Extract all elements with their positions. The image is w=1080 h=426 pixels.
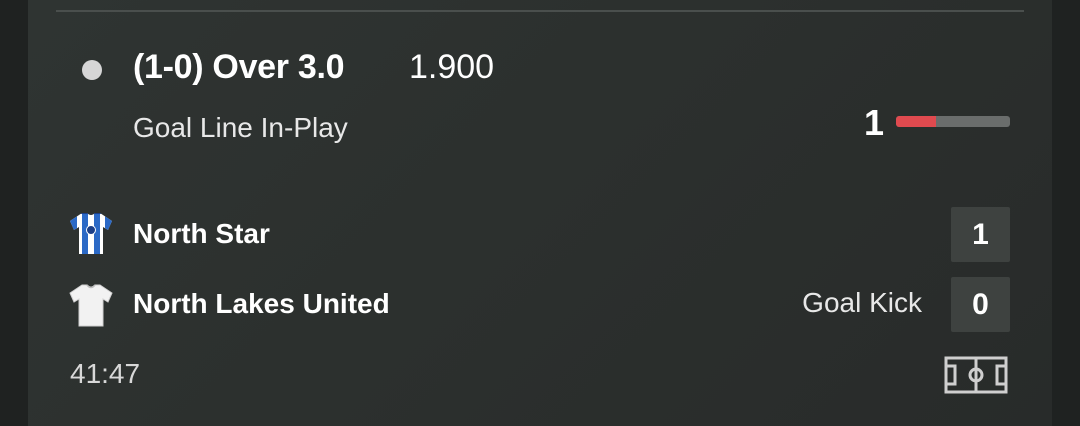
- odds-value: 1.900: [409, 48, 495, 86]
- blue-white-striped-shirt-icon: [70, 213, 112, 254]
- selection-title: (1-0) Over 3.0: [133, 48, 345, 86]
- market-name: Goal Line In-Play: [133, 112, 348, 143]
- progress-bar: [896, 116, 1010, 127]
- status-dot-icon: [82, 60, 102, 80]
- progress-bar-fill: [896, 116, 936, 127]
- away-score: 0: [951, 277, 1010, 332]
- stake-count: 1: [864, 102, 885, 143]
- home-score: 1: [951, 207, 1010, 262]
- away-team-name: North Lakes United: [133, 288, 390, 319]
- home-team-name: North Star: [133, 218, 270, 249]
- white-shirt-icon: [69, 284, 113, 327]
- divider: [56, 10, 1024, 12]
- football-pitch-icon[interactable]: [944, 356, 1008, 394]
- match-event: Goal Kick: [802, 287, 922, 318]
- match-clock: 41:47: [70, 358, 141, 389]
